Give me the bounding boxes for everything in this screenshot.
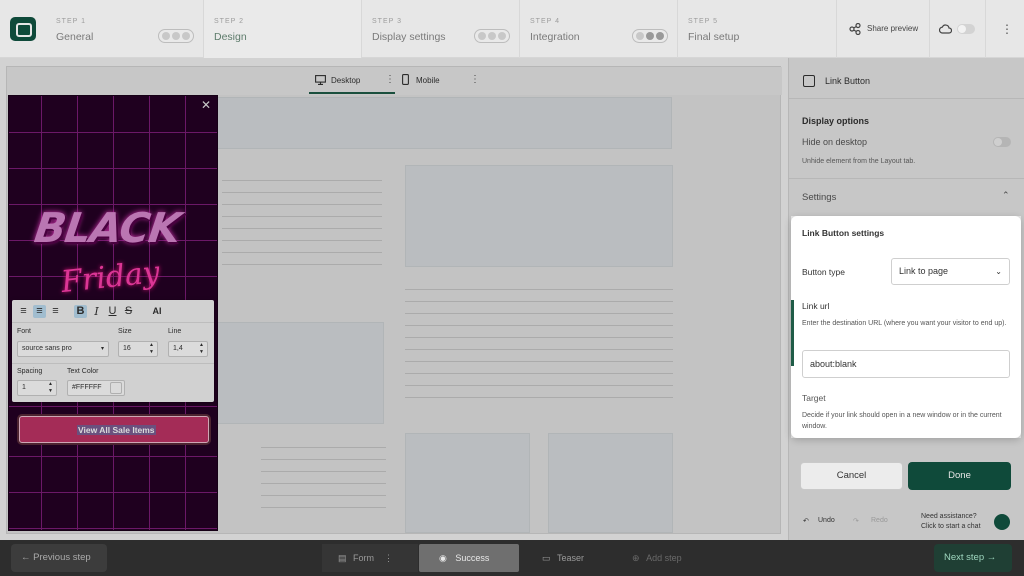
app-logo[interactable] <box>10 17 36 41</box>
redo-icon[interactable]: ↷ <box>853 517 859 525</box>
step-number: STEP 4 <box>530 18 560 25</box>
bottom-bar: ← Previous step ▤ Form ⋮ ◉ Success ▭ Teas… <box>0 540 1024 576</box>
undo-button[interactable]: Undo <box>818 517 835 524</box>
previous-step-button[interactable]: ← Previous step <box>11 544 107 572</box>
form-icon: ▤ <box>338 553 347 563</box>
dim-overlay <box>0 58 788 540</box>
link-url-input[interactable]: about:blank <box>802 350 1010 378</box>
teaser-label: Teaser <box>557 553 585 563</box>
teaser-icon: ▭ <box>542 553 551 563</box>
add-step-button[interactable]: ⊕ Add step <box>626 544 716 572</box>
next-step-label: Next step <box>944 552 985 563</box>
cloud-save-area <box>930 0 986 58</box>
step-name: General <box>56 31 94 43</box>
autosave-toggle[interactable] <box>957 24 975 34</box>
step-final-setup[interactable]: STEP 5 Final setup <box>678 0 836 58</box>
target-hint: Decide if your link should open in a new… <box>802 412 1002 430</box>
button-type-select[interactable]: Link to page ⌄ <box>891 258 1010 285</box>
focus-indicator <box>791 300 794 366</box>
link-button-settings-card: Link Button settings Button type Link to… <box>791 216 1021 438</box>
assistance-link[interactable]: Need assistance? Click to start a chat <box>921 512 981 532</box>
step-name: Integration <box>530 31 580 43</box>
assistance-title: Need assistance? <box>921 513 977 520</box>
arrow-left-icon: ← <box>21 552 31 563</box>
share-preview-label: Share preview <box>867 24 919 33</box>
redo-button[interactable]: Redo <box>871 517 888 524</box>
tab-form[interactable]: ▤ Form ⋮ <box>322 544 418 572</box>
chat-icon[interactable] <box>994 514 1010 530</box>
step-status-icon <box>632 29 668 43</box>
cloud-icon <box>939 24 952 34</box>
step-number: STEP 5 <box>688 18 718 25</box>
done-button[interactable]: Done <box>908 462 1011 490</box>
step-name: Final setup <box>688 31 740 43</box>
target-label: Target <box>802 393 826 403</box>
next-step-button[interactable]: Next step → <box>934 544 1012 572</box>
more-options-icon[interactable]: ⋮ <box>1001 23 1013 35</box>
button-type-value: Link to page <box>899 266 949 276</box>
success-icon: ◉ <box>439 553 447 563</box>
undo-icon[interactable]: ↶ <box>803 517 809 525</box>
link-url-value: about:blank <box>810 359 857 369</box>
cancel-button[interactable]: Cancel <box>800 462 903 490</box>
assistance-subtitle: Click to start a chat <box>921 523 981 530</box>
step-number: STEP 1 <box>56 18 86 25</box>
tab-teaser[interactable]: ▭ Teaser <box>530 544 620 572</box>
step-name: Display settings <box>372 31 446 43</box>
top-bar: STEP 1 General STEP 2 Design STEP 3 Disp… <box>0 0 1024 58</box>
form-label: Form <box>353 553 375 563</box>
share-icon <box>849 23 861 35</box>
step-name: Design <box>214 31 247 43</box>
plus-icon: ⊕ <box>632 553 640 563</box>
step-design[interactable]: STEP 2 Design <box>204 0 362 58</box>
tab-success[interactable]: ◉ Success <box>419 544 519 572</box>
share-preview-button[interactable]: Share preview <box>836 0 930 58</box>
success-label: Success <box>455 553 490 563</box>
card-title: Link Button settings <box>802 228 885 238</box>
chevron-down-icon: ⌄ <box>995 267 1002 276</box>
step-general[interactable]: STEP 1 General <box>46 0 204 58</box>
step-number: STEP 2 <box>214 18 244 25</box>
step-status-icon <box>158 29 194 43</box>
arrow-right-icon: → <box>986 552 997 563</box>
add-step-label: Add step <box>646 553 682 563</box>
step-integration[interactable]: STEP 4 Integration <box>520 0 678 58</box>
step-status-icon <box>474 29 510 43</box>
step-number: STEP 3 <box>372 18 402 25</box>
previous-step-label: Previous step <box>33 552 91 563</box>
link-url-label: Link url <box>802 301 830 311</box>
dim-overlay <box>788 58 1024 216</box>
link-url-hint: Enter the destination URL (where you wan… <box>802 320 1007 327</box>
step-display-settings[interactable]: STEP 3 Display settings <box>362 0 520 58</box>
form-options-icon[interactable]: ⋮ <box>384 553 393 563</box>
button-type-label: Button type <box>802 267 846 277</box>
